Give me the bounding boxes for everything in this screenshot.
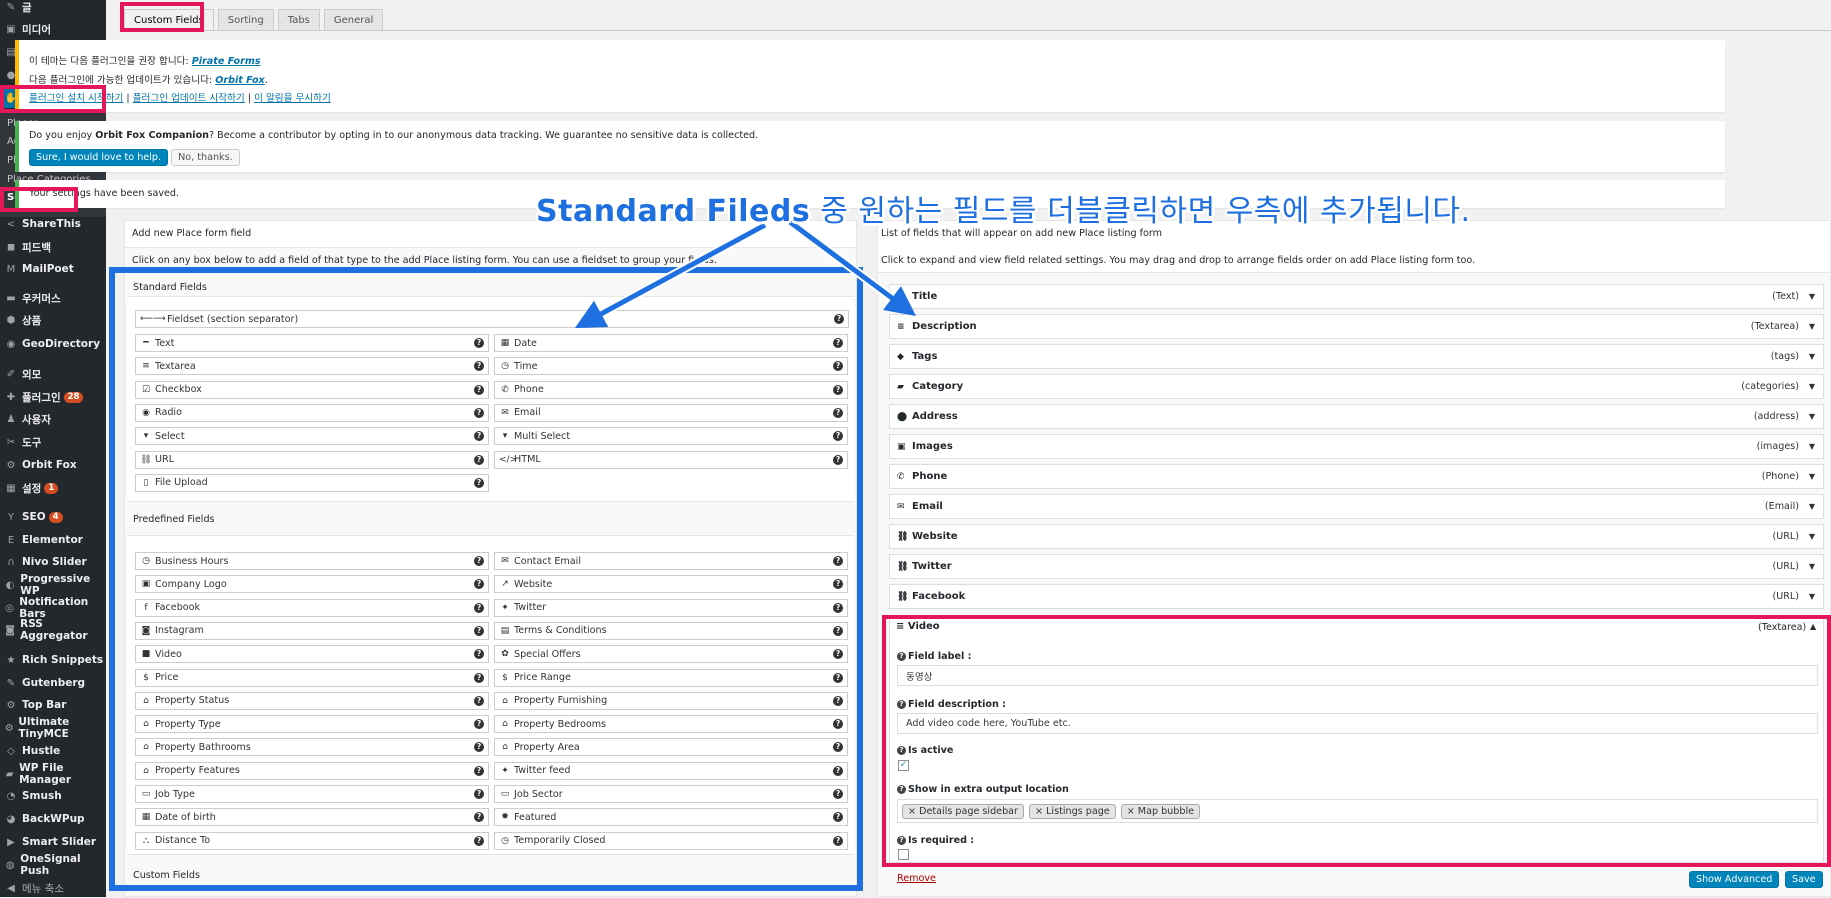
arrow-to-standard-fields <box>574 222 767 329</box>
annotation-arrows <box>574 218 917 329</box>
annotation-caption: Standard Fileds 중 원하는 필드를 더블클릭하면 우측에 추가됩… <box>536 194 1471 229</box>
arrow-to-form-fields <box>788 219 917 316</box>
